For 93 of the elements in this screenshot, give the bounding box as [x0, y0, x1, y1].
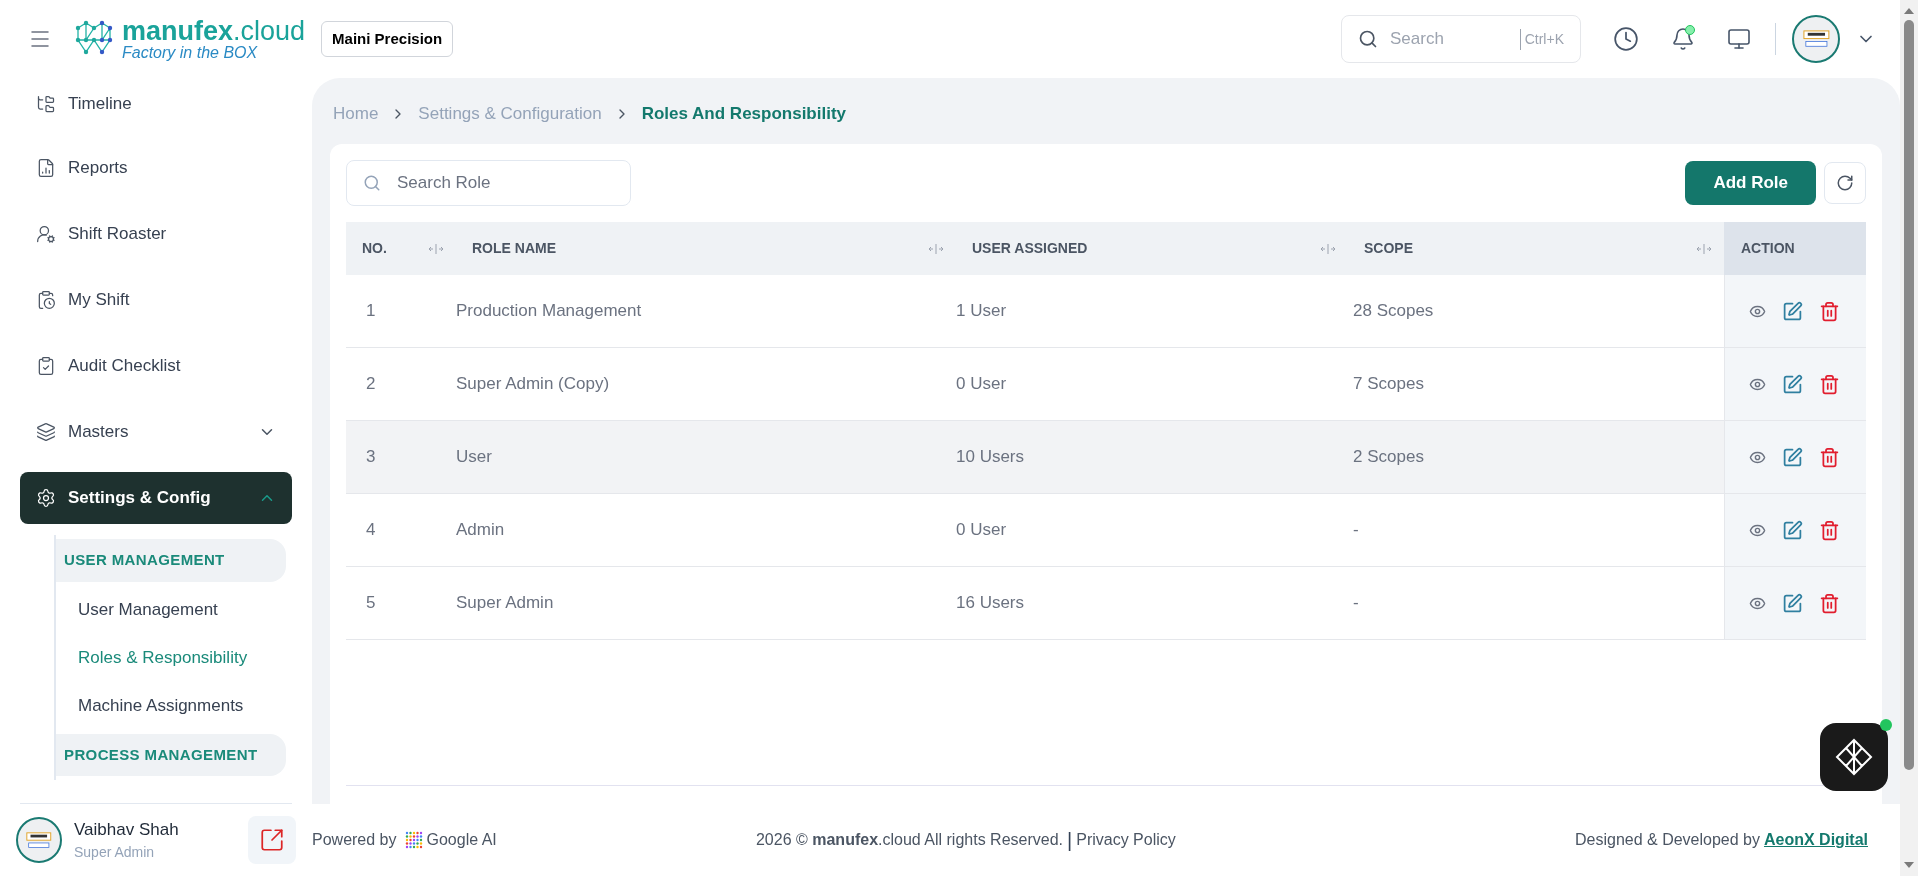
avatar[interactable] — [1792, 15, 1840, 63]
submenu-link[interactable]: User Management — [78, 596, 218, 623]
separator-text: | — [1067, 830, 1073, 850]
edit-icon[interactable] — [1782, 519, 1803, 541]
column-header: ROLE NAME — [456, 222, 956, 275]
column-header: NO. — [346, 222, 456, 275]
hierarchy-icon — [36, 94, 56, 114]
sidebar-item[interactable]: Timeline — [20, 78, 292, 130]
user-role: Super Admin — [74, 843, 156, 863]
table-cell-text: 2 Scopes — [1353, 446, 1424, 469]
column-header: ACTION — [1724, 222, 1866, 275]
table-cell-text: 5 — [366, 592, 376, 615]
privacy-policy-link[interactable]: Privacy Policy — [1076, 828, 1176, 852]
table-row[interactable]: 2 Super Admin (Copy) 0 User 7 Scopes — [346, 348, 1866, 421]
monitor-icon[interactable] — [1727, 27, 1751, 51]
sidebar-item[interactable]: Audit Checklist — [20, 340, 292, 392]
resize-handle-icon[interactable] — [1696, 243, 1712, 254]
clock-icon[interactable] — [1613, 26, 1639, 52]
clipboard-clock-icon — [36, 290, 56, 310]
google-ai-label: Google AI — [426, 830, 497, 850]
bell-icon[interactable] — [1671, 27, 1695, 51]
delete-icon[interactable] — [1819, 446, 1840, 468]
table-row[interactable]: 5 Super Admin 16 Users - — [346, 567, 1866, 640]
search-field[interactable]: Search Role — [346, 160, 631, 206]
company-link[interactable]: AeonX Digital — [1764, 828, 1868, 852]
table-cell-text: 0 User — [956, 519, 1007, 542]
edit-icon[interactable] — [1782, 592, 1803, 614]
table-cell-text: Admin — [456, 519, 505, 542]
user-gear-icon — [36, 224, 56, 244]
avatar[interactable] — [16, 817, 62, 863]
table-cell-text: Super Admin (Copy) — [456, 373, 610, 396]
scrollbar[interactable] — [1900, 0, 1918, 876]
logout-button[interactable] — [248, 816, 296, 864]
section-heading: PROCESS MANAGEMENT — [56, 733, 286, 776]
brand-tagline: Factory in the BOX — [122, 44, 259, 61]
shortcut-hint: Ctrl+K — [1519, 28, 1564, 50]
table-cell-text: 10 Users — [956, 446, 1025, 469]
table-cell-text: Super Admin — [456, 592, 554, 615]
column-header: USER ASSIGNED — [956, 222, 1348, 275]
clipboard-check-icon — [36, 356, 56, 376]
section-heading: USER MANAGEMENT — [56, 539, 286, 582]
submenu-link[interactable]: Roles & Responsibility — [78, 644, 248, 671]
copyright-text: 2026 © manufex.cloud All rights Reserved. — [755, 830, 1063, 850]
brand-name: manufex.cloud — [122, 17, 306, 45]
delete-icon[interactable] — [1819, 373, 1840, 395]
company-badge: Maini Precision — [321, 20, 454, 58]
table-cell-text: Production Management — [456, 300, 642, 323]
table-cell-text: - — [1353, 592, 1359, 615]
table-cell-text: User — [456, 446, 492, 469]
edit-icon[interactable] — [1782, 373, 1803, 395]
layers-icon — [36, 422, 56, 442]
external-link-icon — [259, 827, 285, 853]
resize-handle-icon[interactable] — [1320, 243, 1336, 254]
sidebar-item[interactable]: Settings & Config — [20, 472, 292, 524]
resize-handle-icon[interactable] — [428, 243, 444, 254]
sidebar-item[interactable]: My Shift — [20, 274, 292, 326]
table-row[interactable]: 1 Production Management 1 User 28 Scopes — [346, 275, 1866, 348]
sparkle-dots-icon — [404, 831, 423, 849]
column-header: SCOPE — [1348, 222, 1724, 275]
credits-text: Designed & Developed by — [1574, 830, 1760, 850]
table-cell-text: 7 Scopes — [1353, 373, 1424, 396]
refresh-button[interactable] — [1824, 162, 1866, 204]
diamond-logo-icon — [1834, 737, 1874, 777]
table-cell-text: 1 User — [956, 300, 1007, 323]
submenu-link[interactable]: Machine Assignments — [78, 692, 244, 719]
table-cell-text: 2 — [366, 373, 376, 396]
add-role-button[interactable]: Add Role — [1685, 161, 1816, 205]
sidebar-item[interactable]: Masters — [20, 406, 292, 458]
table-cell-text: 4 — [366, 519, 376, 542]
breadcrumb-link[interactable]: Roles And Responsibility — [641, 101, 847, 127]
delete-icon[interactable] — [1819, 592, 1840, 614]
table-row[interactable]: 4 Admin 0 User - — [346, 494, 1866, 567]
refresh-icon — [1836, 174, 1854, 192]
table-cell-text: 16 Users — [956, 592, 1025, 615]
table-row[interactable]: 3 User 10 Users 2 Scopes — [346, 421, 1866, 494]
powered-by-text: Powered by — [312, 830, 397, 850]
report-icon — [36, 158, 56, 178]
table-cell-text: 1 — [366, 300, 376, 323]
delete-icon[interactable] — [1819, 300, 1840, 322]
table-cell-text: 0 User — [956, 373, 1007, 396]
user-name: Vaibhav Shah — [74, 818, 180, 841]
search-icon — [1358, 29, 1378, 49]
search-icon — [363, 174, 381, 192]
table-cell-text: 28 Scopes — [1353, 300, 1434, 323]
sidebar-item[interactable]: Shift Roaster — [20, 208, 292, 260]
settings-icon — [36, 488, 56, 508]
sidebar-item[interactable]: Reports — [20, 142, 292, 194]
table-cell-text: 3 — [366, 446, 376, 469]
table-cell-text: - — [1353, 519, 1359, 542]
resize-handle-icon[interactable] — [928, 243, 944, 254]
delete-icon[interactable] — [1819, 519, 1840, 541]
edit-icon[interactable] — [1782, 446, 1803, 468]
edit-icon[interactable] — [1782, 300, 1803, 322]
